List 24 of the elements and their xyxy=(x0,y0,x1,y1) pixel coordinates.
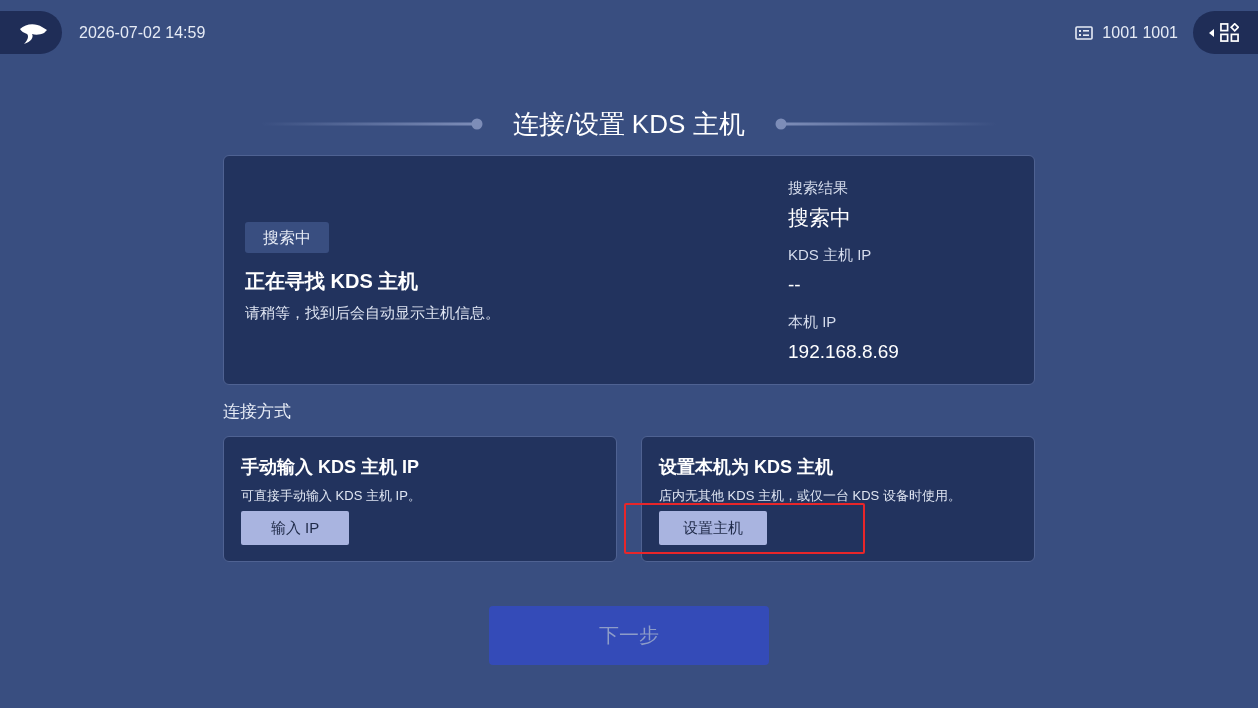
page-title: 连接/设置 KDS 主机 xyxy=(513,108,745,141)
option-description: 可直接手动输入 KDS 主机 IP。 xyxy=(241,487,422,505)
caret-icon xyxy=(1209,28,1214,37)
info-value: -- xyxy=(788,273,802,297)
option-button[interactable]: 设置主机 xyxy=(659,511,767,545)
info-label: 搜索结果 xyxy=(788,178,849,198)
apps-icon xyxy=(1220,23,1239,42)
option-title: 手动输入 KDS 主机 IP xyxy=(241,456,420,479)
device-id: 1001 1001 xyxy=(1102,23,1178,42)
logo-button[interactable] xyxy=(0,11,62,54)
option-title: 设置本机为 KDS 主机 xyxy=(659,456,834,479)
search-description: 请稍等，找到后会自动显示主机信息。 xyxy=(245,303,500,323)
apps-button[interactable] xyxy=(1193,11,1258,54)
status-badge: 搜索中 xyxy=(245,222,329,253)
date-time: 2026-07-02 14:59 xyxy=(79,23,206,42)
info-label: KDS 主机 IP xyxy=(788,245,873,265)
info-label: 本机 IP xyxy=(788,312,838,332)
option-button[interactable]: 输入 IP xyxy=(241,511,349,545)
section-label: 连接方式 xyxy=(223,401,292,423)
info-value: 192.168.8.69 xyxy=(788,340,900,364)
search-heading: 正在寻找 KDS 主机 xyxy=(245,269,419,294)
info-value: 搜索中 xyxy=(788,205,852,231)
id-card-icon xyxy=(1075,25,1094,40)
option-description: 店内无其他 KDS 主机，或仅一台 KDS 设备时使用。 xyxy=(659,487,962,505)
